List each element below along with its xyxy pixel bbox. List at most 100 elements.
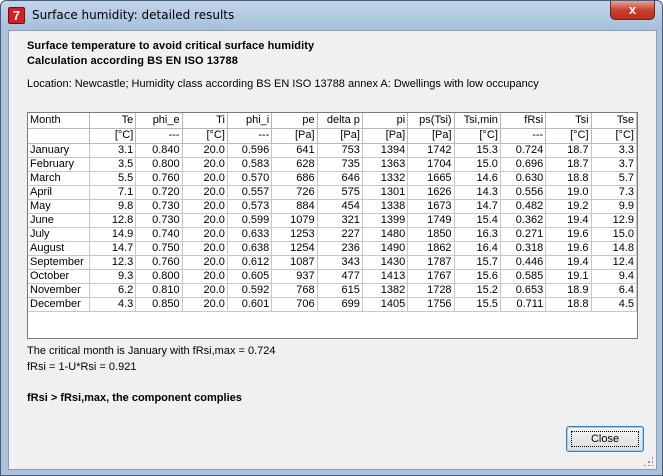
table-row-cell: 0.583 (227, 157, 273, 172)
title-bar[interactable]: 7 Surface humidity: detailed results x (1, 1, 662, 29)
close-button[interactable]: Close (566, 426, 644, 452)
table-row-cell: 1301 (362, 185, 409, 200)
table-row-cell: 0.630 (500, 171, 547, 186)
column-header-row-cell: Tsi (545, 113, 592, 129)
table-row-cell: 3.1 (89, 143, 137, 158)
table-row-cell: 1490 (362, 241, 409, 256)
window-close-button[interactable]: x (610, 1, 655, 20)
table-row-cell: 726 (271, 185, 318, 200)
table-row-cell: May (28, 199, 90, 214)
table-row-cell: 15.7 (454, 255, 501, 270)
resize-grip-icon[interactable] (643, 456, 653, 466)
table-row-cell: 19.2 (545, 199, 592, 214)
column-header-row-cell: Tsi,min (454, 113, 501, 129)
table-row-cell: 6.2 (89, 283, 137, 298)
focus-rectangle (571, 431, 639, 447)
table-row-cell: 1742 (407, 143, 455, 158)
table-row-cell: 1787 (407, 255, 455, 270)
table-row-cell: 227 (317, 227, 363, 242)
units-row-cell: [°C] (591, 128, 638, 144)
table-row-cell: 0.810 (135, 283, 183, 298)
units-row-cell: [°C] (454, 128, 501, 144)
table-row-cell: 12.8 (89, 213, 137, 228)
table-row-cell: 7.3 (591, 185, 638, 200)
dialog-window: 7 Surface humidity: detailed results x S… (0, 0, 663, 476)
table-row-cell: 1413 (362, 269, 409, 284)
table-row-cell: 20.0 (182, 255, 228, 270)
table-row-cell: 0.318 (500, 241, 547, 256)
table-row-cell: 768 (271, 283, 318, 298)
results-grid[interactable]: Month Te phi_e Ti phi_i pe delta p pi ps(Tsi) Tsi… (27, 112, 638, 339)
table-row-cell: 1254 (271, 241, 318, 256)
table-row: December 4.3 0.850 20.0 0.601 706 699 1405 1756 1… (28, 297, 638, 312)
table-row-cell: 5.7 (591, 171, 638, 186)
table-row-cell: 686 (271, 171, 318, 186)
table-row-cell: October (28, 269, 90, 284)
table-row-cell: 1079 (271, 213, 318, 228)
table-row-cell: 15.3 (454, 143, 501, 158)
column-header-row-cell: Te (89, 113, 137, 129)
app-icon: 7 (8, 7, 25, 24)
table-row-cell: 884 (271, 199, 318, 214)
frsi-note: fRsi = 1-U*Rsi = 0.921 (27, 361, 137, 373)
results-table: Month Te phi_e Ti phi_i pe delta p pi ps(Tsi) Tsi… (28, 113, 638, 312)
units-row-cell: [°C] (182, 128, 228, 144)
table-row: July 14.9 0.740 20.0 0.633 1253 227 1480 1850 16.… (28, 227, 638, 242)
table-row-cell: 1394 (362, 143, 409, 158)
table-row-cell: 0.740 (135, 227, 183, 242)
table-row-cell: 646 (317, 171, 363, 186)
table-row-cell: 14.3 (454, 185, 501, 200)
table-row-cell: 9.3 (89, 269, 137, 284)
dialog-client-area: Surface temperature to avoid critical su… (8, 30, 657, 470)
table-row-cell: 0.601 (227, 297, 273, 312)
table-row-cell: 735 (317, 157, 363, 172)
table-row-cell: 20.0 (182, 143, 228, 158)
table-row-cell: 0.850 (135, 297, 183, 312)
column-header-row-cell: pi (362, 113, 409, 129)
table-row-cell: 19.6 (545, 241, 592, 256)
table-row-cell: 0.592 (227, 283, 273, 298)
units-row-cell: [Pa] (362, 128, 409, 144)
table-row-cell: December (28, 297, 90, 312)
table-row-cell: 20.0 (182, 199, 228, 214)
table-row-cell: 19.4 (545, 255, 592, 270)
table-row-cell: 15.5 (454, 297, 501, 312)
table-row-cell: 9.4 (591, 269, 638, 284)
table-row-cell: 18.7 (545, 143, 592, 158)
table-row-cell: June (28, 213, 90, 228)
table-row-cell: 0.750 (135, 241, 183, 256)
table-row-cell: 1749 (407, 213, 455, 228)
column-header-row-cell: delta p (317, 113, 363, 129)
table-row: April 7.1 0.720 20.0 0.557 726 575 1301 1626 14.3… (28, 185, 638, 200)
table-row-cell: 706 (271, 297, 318, 312)
table-row-cell: 20.0 (182, 157, 228, 172)
table-row-cell: 0.557 (227, 185, 273, 200)
table-row-cell: March (28, 171, 90, 186)
report-subheading: Calculation according BS EN ISO 13788 (27, 55, 238, 67)
table-row: May 9.8 0.730 20.0 0.573 884 454 1338 1673 14.7 0.… (28, 199, 638, 214)
table-row: August 14.7 0.750 20.0 0.638 1254 236 1490 1862 1… (28, 241, 638, 256)
table-row: June 12.8 0.730 20.0 0.599 1079 321 1399 1749 15.… (28, 213, 638, 228)
table-row-cell: 1405 (362, 297, 409, 312)
table-row-cell: February (28, 157, 90, 172)
units-row-cell: [Pa] (271, 128, 318, 144)
table-row-cell: 0.633 (227, 227, 273, 242)
table-row-cell: January (28, 143, 90, 158)
column-header-row-cell: Month (28, 113, 90, 129)
table-row-cell: 20.0 (182, 227, 228, 242)
units-row-cell: --- (135, 128, 183, 144)
table-row-cell: 12.3 (89, 255, 137, 270)
column-header-row-cell: ps(Tsi) (407, 113, 455, 129)
table-row-cell: 20.0 (182, 241, 228, 256)
table-row: February 3.5 0.800 20.0 0.583 628 735 1363 1704 1… (28, 157, 638, 172)
units-row-cell: [°C] (89, 128, 137, 144)
table-row: January 3.1 0.840 20.0 0.596 641 753 1394 1742 15… (28, 143, 638, 158)
column-header-row-cell: phi_i (227, 113, 273, 129)
table-row-cell: 1850 (407, 227, 455, 242)
table-row-cell: 628 (271, 157, 318, 172)
table-row-cell: 1626 (407, 185, 455, 200)
window-title: Surface humidity: detailed results (32, 8, 235, 22)
table-row-cell: 343 (317, 255, 363, 270)
table-row-cell: 0.730 (135, 213, 183, 228)
table-row: November 6.2 0.810 20.0 0.592 768 615 1382 1728 1… (28, 283, 638, 298)
